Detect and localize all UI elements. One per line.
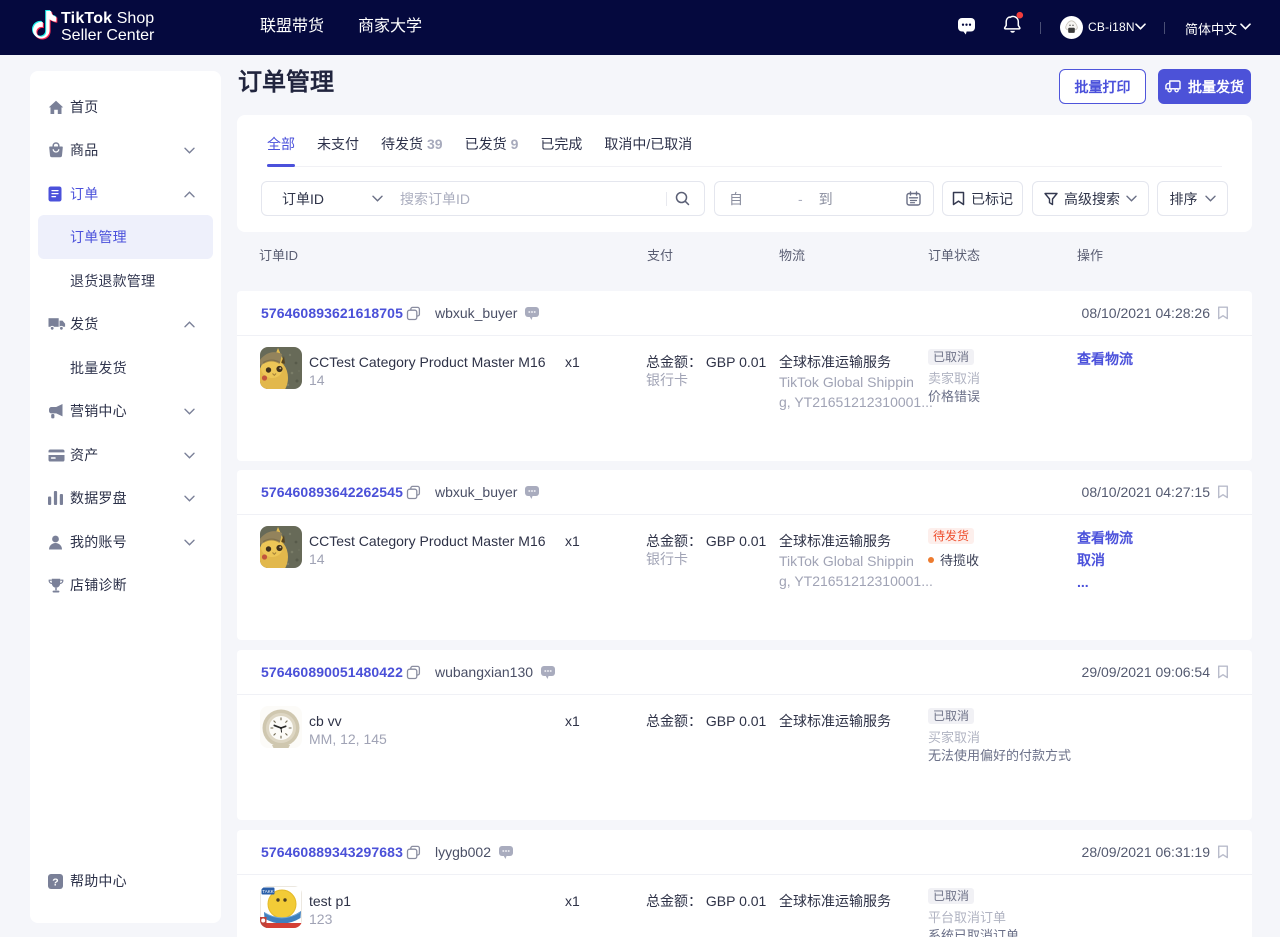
svg-text:?: ? [52,876,58,888]
svg-text:TAKK: TAKK [262,889,273,894]
